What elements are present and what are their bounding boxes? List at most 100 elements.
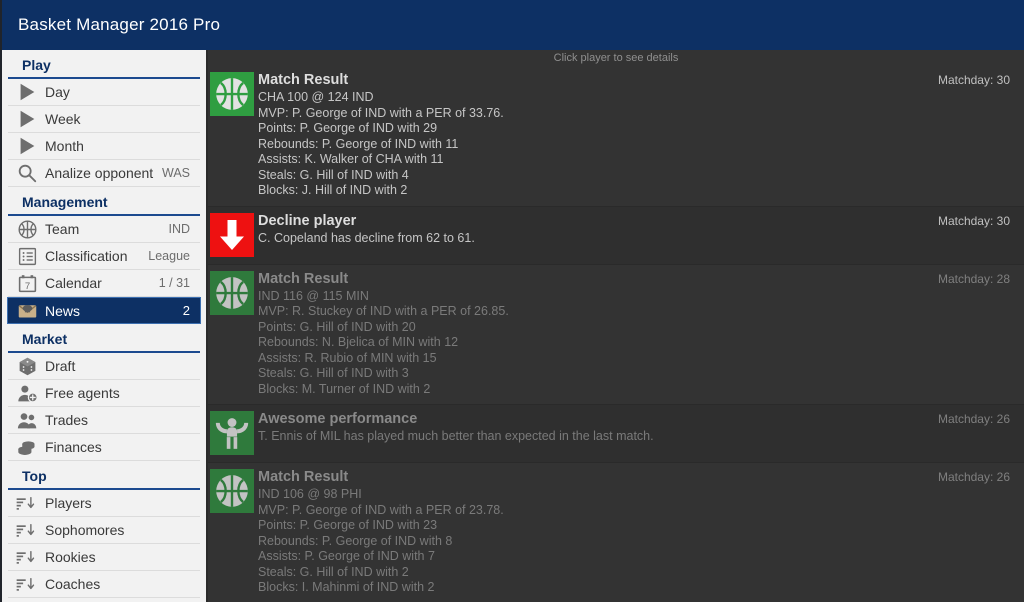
news-item[interactable]: Awesome performance T. Ennis of MIL has p… bbox=[208, 405, 1024, 463]
news-item[interactable]: Match Result CHA 100 @ 124 IND MVP: P. Geo… bbox=[208, 66, 1024, 207]
news-title: Match Result bbox=[258, 72, 349, 88]
calendar-icon: 7 bbox=[16, 272, 38, 294]
magnifier-icon bbox=[16, 162, 38, 184]
news-item[interactable]: Decline player C. Copeland has decline fr… bbox=[208, 206, 1024, 265]
sidebar-item-value: WAS bbox=[161, 166, 190, 180]
play-triangle-icon bbox=[16, 135, 38, 157]
news-title: Match Result bbox=[258, 270, 349, 287]
sidebar-item-label: Month bbox=[45, 138, 84, 154]
news-line: Assists: R. Rubio of MIN with 15 bbox=[258, 350, 437, 365]
sidebar-item-label: Analize opponent bbox=[45, 165, 154, 181]
news-line: MVP: P. George of IND with a PER of 23.7… bbox=[258, 502, 504, 517]
dice-icon bbox=[16, 355, 38, 377]
news-line: Steals: G. Hill of IND with 3 bbox=[258, 366, 409, 380]
sidebar-item-sophomores[interactable]: Sophomores bbox=[8, 517, 200, 544]
news-matchday: Matchday: 30 bbox=[937, 213, 1010, 228]
sidebar-item-free-agents[interactable]: Free agents bbox=[8, 380, 200, 407]
news-matchday: Matchday: 28 bbox=[937, 271, 1010, 286]
strongman-icon bbox=[210, 411, 254, 455]
news-item[interactable]: Match Result IND 116 @ 115 MIN MVP: R. Stu… bbox=[208, 264, 1024, 405]
news-line: Points: G. Hill of IND with 20 bbox=[258, 319, 416, 334]
news-line: Blocks: I. Mahinmi of IND with 2 bbox=[258, 580, 435, 594]
arrow-down-icon bbox=[210, 212, 254, 257]
sidebar-item-rookies[interactable]: Rookies bbox=[8, 544, 200, 571]
news-line: MVP: P. George of IND with a PER of 33.7… bbox=[258, 105, 504, 120]
play-triangle-icon bbox=[16, 108, 38, 130]
sort-descending-icon bbox=[16, 492, 38, 514]
sort-descending-icon bbox=[16, 519, 38, 541]
news-line: Steals: G. Hill of IND with 4 bbox=[258, 167, 409, 182]
sidebar-item-label: Calendar bbox=[45, 275, 102, 291]
sidebar-item-label: Team bbox=[45, 221, 80, 237]
sidebar-item-value: 2 bbox=[182, 303, 190, 318]
basketball-icon bbox=[16, 218, 38, 240]
sidebar-item-label: Coaches bbox=[45, 576, 101, 592]
sidebar-item-finances[interactable]: Finances bbox=[8, 434, 200, 461]
basketball-win-icon bbox=[210, 72, 254, 116]
news-title: Awesome performance bbox=[258, 411, 418, 427]
news-lines: IND 116 @ 115 MIN MVP: R. Stuckey of IND … bbox=[258, 289, 1012, 398]
sidebar-item-classification[interactable]: Classification League bbox=[8, 243, 200, 270]
news-line: Rebounds: N. Bjelica of MIN with 12 bbox=[258, 335, 459, 349]
sidebar-item-month[interactable]: Month bbox=[8, 133, 200, 160]
sidebar-item-label: Sophomores bbox=[45, 522, 125, 538]
news-line: T. Ennis of MIL has played much better t… bbox=[258, 429, 654, 443]
sidebar-item-label: Week bbox=[45, 111, 81, 127]
news-title: Decline player bbox=[258, 212, 357, 229]
news-line: Blocks: J. Hill of IND with 2 bbox=[258, 183, 408, 197]
sidebar-item-draft[interactable]: Draft bbox=[8, 353, 200, 380]
sidebar-item-value: IND bbox=[168, 222, 190, 236]
sidebar: Play Day Week Month Analize opponent WAS Manag… bbox=[2, 50, 208, 602]
news-line: Assists: K. Walker of CHA with 11 bbox=[258, 152, 444, 166]
sidebar-section-header: Play bbox=[8, 50, 200, 79]
sidebar-item-players[interactable]: Players bbox=[8, 490, 200, 517]
svg-text:7: 7 bbox=[24, 280, 29, 291]
sort-descending-icon bbox=[16, 573, 38, 595]
sidebar-item-value: 1 / 31 bbox=[158, 276, 190, 290]
sidebar-item-label: Trades bbox=[45, 412, 89, 428]
news-line: IND 106 @ 98 PHI bbox=[258, 487, 362, 501]
person-add-icon bbox=[16, 382, 38, 404]
news-body: Decline player C. Copeland has decline fr… bbox=[258, 212, 1024, 257]
news-body: Match Result CHA 100 @ 124 IND MVP: P. Geo… bbox=[258, 71, 1024, 199]
news-line: IND 116 @ 115 MIN bbox=[258, 288, 369, 303]
news-list[interactable]: Match Result CHA 100 @ 124 IND MVP: P. Geo… bbox=[208, 66, 1024, 602]
coins-icon bbox=[16, 436, 38, 458]
news-lines: CHA 100 @ 124 IND MVP: P. George of IND w… bbox=[258, 90, 1012, 199]
mail-icon bbox=[16, 300, 38, 322]
sidebar-item-label: Classification bbox=[45, 248, 128, 264]
news-lines: C. Copeland has decline from 62 to 61. bbox=[258, 231, 1012, 247]
news-matchday: Matchday: 26 bbox=[937, 470, 1010, 484]
sidebar-item-coaches[interactable]: Coaches bbox=[8, 571, 200, 598]
basketball-win-icon bbox=[210, 469, 254, 513]
news-line: Rebounds: P. George of IND with 11 bbox=[258, 136, 459, 151]
sidebar-item-trades[interactable]: Trades bbox=[8, 407, 200, 434]
app-window: Basket Manager 2016 Pro Play Day Week Month… bbox=[0, 0, 1024, 602]
sidebar-item-news[interactable]: News 2 bbox=[7, 297, 201, 324]
news-matchday: Matchday: 30 bbox=[937, 73, 1010, 87]
sidebar-item-calendar[interactable]: 7 Calendar 1 / 31 bbox=[8, 270, 200, 297]
basketball-win-icon bbox=[210, 270, 254, 315]
news-line: Points: P. George of IND with 23 bbox=[258, 518, 438, 532]
sidebar-item-week[interactable]: Week bbox=[8, 106, 200, 133]
news-matchday: Matchday: 26 bbox=[937, 412, 1010, 426]
news-body: Awesome performance T. Ennis of MIL has p… bbox=[258, 410, 1024, 455]
play-triangle-icon bbox=[16, 81, 38, 103]
news-body: Match Result IND 106 @ 98 PHI MVP: P. Geor… bbox=[258, 468, 1024, 596]
news-line: Assists: P. George of IND with 7 bbox=[258, 549, 435, 563]
title-bar: Basket Manager 2016 Pro bbox=[2, 0, 1024, 50]
main-layout: Play Day Week Month Analize opponent WAS Manag… bbox=[2, 50, 1024, 602]
sidebar-item-team[interactable]: Team IND bbox=[8, 216, 200, 243]
sidebar-item-day[interactable]: Day bbox=[8, 79, 200, 106]
sidebar-item-label: News bbox=[45, 302, 81, 319]
sidebar-item-analize-opponent[interactable]: Analize opponent WAS bbox=[8, 160, 200, 187]
content-area: Click player to see details Match Result… bbox=[208, 50, 1024, 602]
people-icon bbox=[16, 409, 38, 431]
sidebar-section-header: Management bbox=[8, 187, 200, 216]
news-item[interactable]: Match Result IND 106 @ 98 PHI MVP: P. Geor… bbox=[208, 463, 1024, 602]
sidebar-item-label: Players bbox=[45, 495, 92, 511]
news-line: MVP: R. Stuckey of IND with a PER of 26.… bbox=[258, 304, 509, 318]
news-line: Points: P. George of IND with 29 bbox=[258, 121, 438, 135]
news-body: Match Result IND 116 @ 115 MIN MVP: R. Stu… bbox=[258, 270, 1024, 398]
news-lines: T. Ennis of MIL has played much better t… bbox=[258, 429, 1012, 445]
